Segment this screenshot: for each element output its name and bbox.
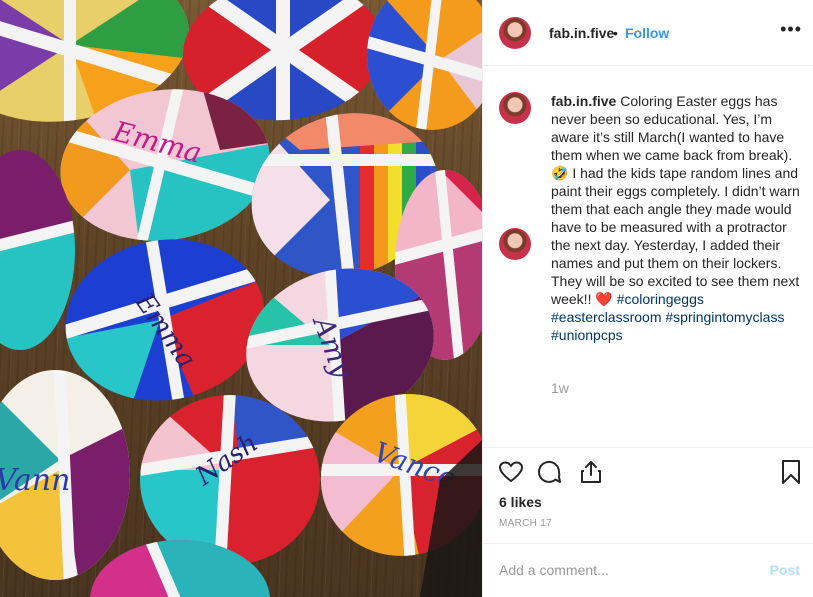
comment-icon[interactable] [535,458,563,486]
action-divider [483,447,813,449]
caption-body-2: I had the kids tape random lines and pai… [551,165,804,307]
heart-icon[interactable] [497,458,525,486]
post-photo[interactable]: Emma Emma Amy Vann Nash Vance [0,0,482,597]
avatar[interactable] [499,92,531,124]
laughing-emoji-icon: 🤣 [551,165,569,181]
more-options-icon[interactable]: ••• [780,19,802,40]
caption-username[interactable]: fab.in.five [551,93,616,109]
heart-emoji-icon: ❤️ [595,291,613,307]
avatar[interactable] [499,228,531,260]
post-header: fab.in.five • Follow ••• [483,0,813,66]
separator-dot: • [613,25,618,41]
hashtag-link[interactable]: #easterclassroom [551,309,662,325]
hashtag-link[interactable]: #unionpcps [551,327,623,343]
easter-eggs-image: Emma Emma Amy Vann Nash Vance [0,0,482,597]
avatar[interactable] [499,17,531,49]
bookmark-icon[interactable] [777,458,805,486]
hashtag-link[interactable]: #springintomyclass [665,309,784,325]
comment-input[interactable]: Add a comment... [499,562,609,578]
follow-button[interactable]: Follow [625,25,669,41]
post-comment-button[interactable]: Post [770,562,800,578]
comment-section: Add a comment... Post [483,543,813,597]
username-link[interactable]: fab.in.five [549,25,614,41]
hashtag-link[interactable]: #coloringeggs [617,291,704,307]
caption-text: fab.in.five Coloring Easter eggs has nev… [551,92,809,344]
post-side-panel: fab.in.five • Follow ••• fab.in.five Col… [482,0,813,597]
share-icon[interactable] [577,458,605,486]
likes-count[interactable]: 6 likes [499,494,542,510]
caption-timestamp[interactable]: 1w [551,380,569,396]
egg-name-label: Vann [0,463,70,498]
post-date[interactable]: MARCH 17 [499,518,552,529]
